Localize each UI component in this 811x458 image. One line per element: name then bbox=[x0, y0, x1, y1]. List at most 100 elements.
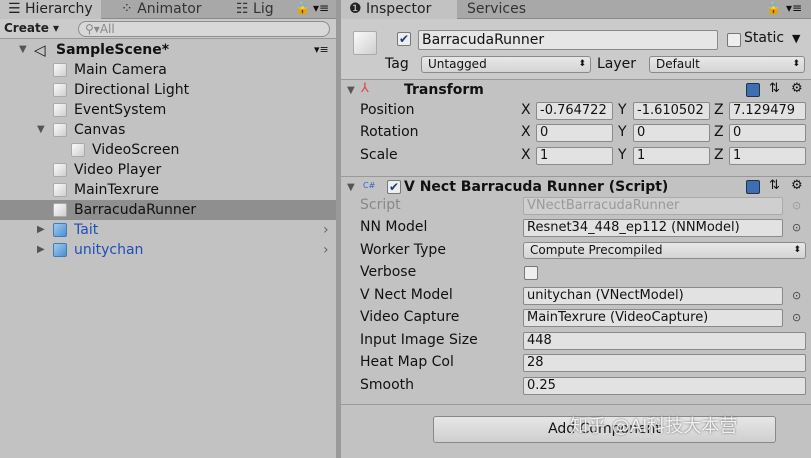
hierarchy-item-selected[interactable]: BarracudaRunner bbox=[0, 200, 336, 220]
hierarchy-item[interactable]: Directional Light bbox=[0, 80, 336, 100]
unity-scene-icon: ◁ bbox=[34, 41, 46, 59]
gameobject-icon bbox=[53, 63, 67, 77]
collapse-arrow-icon[interactable]: ▼ bbox=[347, 182, 355, 193]
hierarchy-item[interactable]: VideoScreen bbox=[0, 140, 336, 160]
chevron-right-icon[interactable]: › bbox=[323, 220, 329, 240]
gameobject-icon bbox=[53, 83, 67, 97]
lighting-icon: ☷ bbox=[236, 1, 254, 17]
heat-map-col-field[interactable]: 28 bbox=[523, 354, 806, 372]
static-checkbox[interactable] bbox=[727, 33, 741, 47]
tab-lighting[interactable]: ☷ Lig bbox=[228, 0, 282, 19]
search-input[interactable]: ⚲▾All bbox=[78, 21, 330, 37]
hierarchy-item[interactable]: ▶ unitychan › bbox=[0, 240, 336, 260]
worker-type-dropdown[interactable]: Compute Precompiled bbox=[523, 242, 806, 259]
collapse-arrow-icon[interactable]: ▼ bbox=[347, 85, 355, 96]
object-header: ✔ BarracudaRunner Static ▼ Tag Untagged … bbox=[341, 19, 811, 79]
position-z[interactable]: 7.129479 bbox=[729, 102, 806, 120]
lock-icon[interactable]: 🔒 bbox=[766, 1, 781, 15]
expand-arrow-icon[interactable]: ▶ bbox=[37, 240, 45, 260]
transform-icon: ⅄ bbox=[361, 81, 369, 96]
tab-services[interactable]: Services bbox=[459, 0, 534, 19]
transform-header[interactable]: ▼ ⅄ Transform ⇅ ⚙ bbox=[341, 79, 811, 101]
csharp-script-icon: C# bbox=[363, 181, 376, 190]
hierarchy-item[interactable]: MainTexrure bbox=[0, 180, 336, 200]
layer-label: Layer bbox=[597, 56, 637, 72]
video-capture-field[interactable]: MainTexrure (VideoCapture) bbox=[523, 309, 783, 327]
divider bbox=[341, 404, 811, 405]
position-y[interactable]: -1.610502 bbox=[633, 102, 710, 120]
presets-icon[interactable]: ⇅ bbox=[769, 178, 780, 193]
gameobject-icon bbox=[71, 143, 85, 157]
right-tab-bar: ❶ Inspector Services 🔒 ▾≡ bbox=[341, 0, 811, 19]
tag-dropdown[interactable]: Untagged bbox=[421, 56, 591, 73]
rotation-x[interactable]: 0 bbox=[536, 124, 613, 142]
menu-icon[interactable]: ▾≡ bbox=[786, 1, 802, 15]
hierarchy-toolbar: Create ▾ ⚲▾All bbox=[0, 19, 336, 39]
object-picker-icon[interactable]: ⊙ bbox=[792, 221, 801, 234]
list-icon: ☰ bbox=[8, 1, 26, 17]
inspector-panel: ❶ Inspector Services 🔒 ▾≡ ✔ BarracudaRun… bbox=[341, 0, 811, 458]
object-picker-icon: ⊙ bbox=[792, 199, 802, 212]
nn-model-field[interactable]: Resnet34_448_ep112 (NNModel) bbox=[523, 219, 783, 237]
animator-icon: ⁘ bbox=[121, 1, 138, 17]
static-label: Static bbox=[744, 30, 785, 46]
left-tab-bar: ☰ Hierarchy ⁘ Animator ☷ Lig 🔒 ▾≡ bbox=[0, 0, 336, 19]
expand-arrow-icon[interactable]: ▼ bbox=[37, 120, 45, 140]
hierarchy-item[interactable]: Main Camera bbox=[0, 60, 336, 80]
static-dropdown-icon[interactable]: ▼ bbox=[792, 32, 800, 45]
verbose-checkbox[interactable] bbox=[524, 266, 538, 280]
transform-fields: Position X -0.764722 Y -1.610502 Z 7.129… bbox=[341, 101, 811, 175]
smooth-field[interactable]: 0.25 bbox=[523, 377, 806, 395]
rotation-z[interactable]: 0 bbox=[729, 124, 806, 142]
expand-arrow-icon[interactable]: ▼ bbox=[19, 40, 27, 60]
expand-arrow-icon[interactable]: ▶ bbox=[37, 220, 45, 240]
create-button[interactable]: Create ▾ bbox=[4, 21, 59, 35]
input-image-size-field[interactable]: 448 bbox=[523, 332, 806, 350]
gameobject-icon bbox=[53, 183, 67, 197]
info-icon: ❶ bbox=[349, 1, 367, 17]
object-picker-icon[interactable]: ⊙ bbox=[792, 289, 801, 302]
gear-icon[interactable]: ⚙ bbox=[791, 81, 803, 96]
scale-z[interactable]: 1 bbox=[729, 147, 806, 165]
script-component-header[interactable]: ▼ C# ✔ V Nect Barracuda Runner (Script) … bbox=[341, 176, 811, 198]
tab-inspector[interactable]: ❶ Inspector bbox=[341, 0, 457, 19]
gameobject-icon bbox=[53, 123, 67, 137]
chevron-right-icon[interactable]: › bbox=[323, 240, 329, 260]
search-icon: ⚲▾ bbox=[85, 22, 100, 36]
hierarchy-item[interactable]: ▶ Tait › bbox=[0, 220, 336, 240]
hierarchy-item[interactable]: Video Player bbox=[0, 160, 336, 180]
position-x[interactable]: -0.764722 bbox=[536, 102, 613, 120]
vnect-model-field[interactable]: unitychan (VNectModel) bbox=[523, 287, 783, 305]
presets-icon[interactable]: ⇅ bbox=[769, 81, 780, 96]
gameobject-icon bbox=[53, 203, 67, 217]
object-picker-icon[interactable]: ⊙ bbox=[792, 311, 801, 324]
hierarchy-item[interactable]: ▼ Canvas bbox=[0, 120, 336, 140]
hierarchy-panel: ☰ Hierarchy ⁘ Animator ☷ Lig 🔒 ▾≡ Create… bbox=[0, 0, 336, 458]
gear-icon[interactable]: ⚙ bbox=[791, 178, 803, 193]
scene-row[interactable]: ▼ ◁ SampleScene* ▾≡ bbox=[0, 40, 336, 60]
tag-label: Tag bbox=[385, 56, 409, 72]
gameobject-icon bbox=[53, 103, 67, 117]
prefab-icon bbox=[53, 243, 67, 257]
gameobject-icon bbox=[53, 163, 67, 177]
help-icon[interactable] bbox=[746, 180, 760, 194]
lock-icon[interactable]: 🔒 bbox=[295, 1, 310, 15]
layer-dropdown[interactable]: Default bbox=[649, 56, 805, 73]
object-name-input[interactable]: BarracudaRunner bbox=[418, 30, 718, 50]
scale-y[interactable]: 1 bbox=[633, 147, 710, 165]
prefab-icon bbox=[53, 223, 67, 237]
tab-animator[interactable]: ⁘ Animator bbox=[113, 0, 210, 19]
help-icon[interactable] bbox=[746, 83, 760, 97]
tab-hierarchy[interactable]: ☰ Hierarchy bbox=[0, 0, 101, 19]
script-fields: Script VNectBarracudaRunner ⊙ NN Model R… bbox=[341, 197, 811, 407]
component-enabled-checkbox[interactable]: ✔ bbox=[387, 180, 401, 194]
script-field: VNectBarracudaRunner bbox=[523, 197, 783, 215]
scale-x[interactable]: 1 bbox=[536, 147, 613, 165]
gameobject-icon[interactable] bbox=[353, 31, 377, 55]
watermark: 知乎 @AI科技大本营 bbox=[570, 416, 738, 437]
menu-icon[interactable]: ▾≡ bbox=[313, 1, 329, 15]
hierarchy-item[interactable]: EventSystem bbox=[0, 100, 336, 120]
scene-menu-icon[interactable]: ▾≡ bbox=[314, 40, 329, 60]
active-checkbox[interactable]: ✔ bbox=[397, 32, 411, 46]
rotation-y[interactable]: 0 bbox=[633, 124, 710, 142]
